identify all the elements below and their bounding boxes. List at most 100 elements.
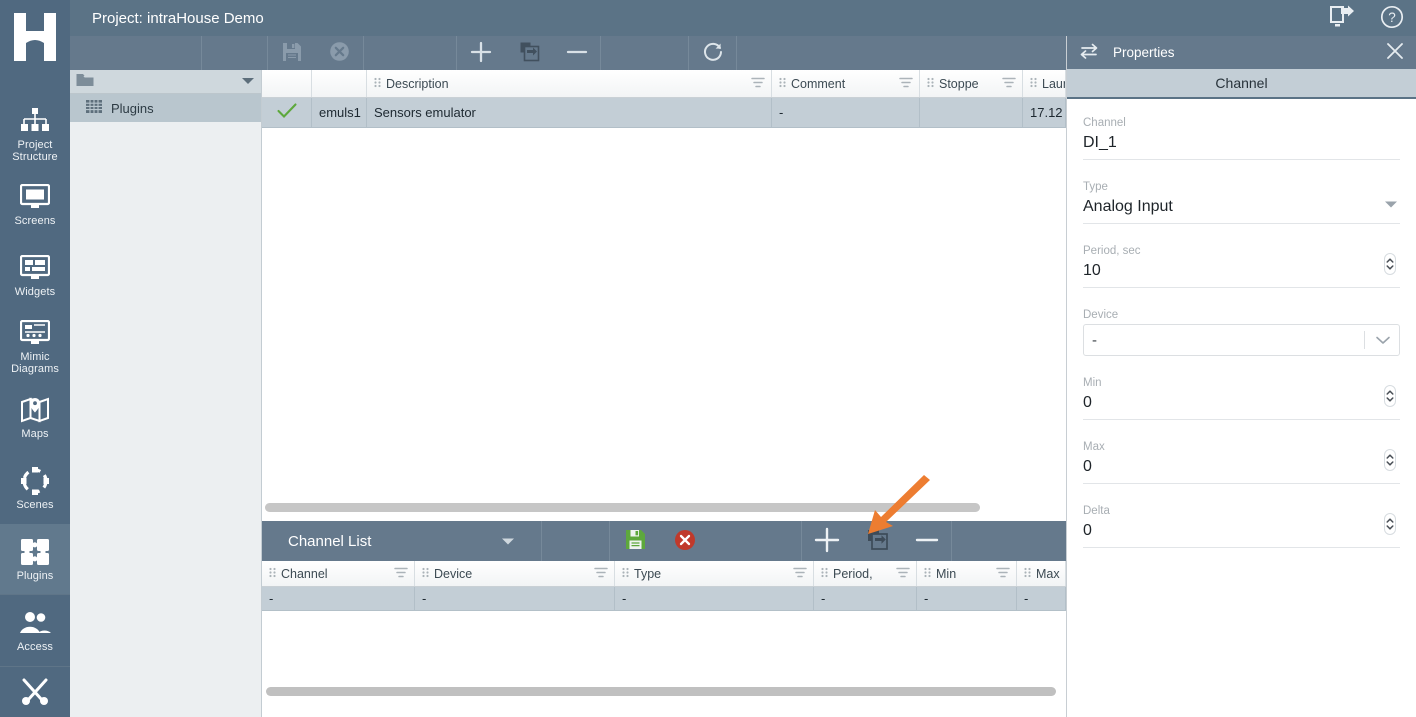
tab-channel[interactable]: Channel	[1067, 69, 1416, 99]
chevron-down-icon[interactable]	[1375, 332, 1391, 349]
column-header-min[interactable]: Min	[917, 561, 1017, 586]
plus-icon	[814, 527, 840, 556]
sidebar-item-plugins[interactable]: Plugins	[0, 523, 70, 595]
channel-list-title-dropdown[interactable]: Channel List	[262, 521, 542, 561]
number-stepper-icon[interactable]	[1384, 449, 1396, 474]
filter-icon[interactable]	[394, 566, 408, 581]
save-button[interactable]	[268, 36, 316, 70]
table-row[interactable]: emuls1 Sensors emulator - 17.12 12:	[262, 98, 1066, 128]
device-combobox-controls	[1364, 331, 1391, 349]
period-input[interactable]: 10	[1083, 260, 1400, 288]
channel-list-toolbar: Channel List	[262, 521, 1066, 561]
sidebar-item-access[interactable]: Access	[0, 595, 70, 666]
sidebar-item-screens[interactable]: Screens	[0, 169, 70, 240]
filter-icon[interactable]	[793, 566, 807, 581]
refresh-icon	[702, 41, 724, 66]
duplicate-channel-button[interactable]	[852, 521, 902, 561]
hscroll-thumb[interactable]	[266, 686, 1056, 696]
duplicate-plugin-button[interactable]	[505, 36, 553, 70]
combobox-divider	[1364, 331, 1365, 349]
column-grip-icon	[927, 77, 934, 91]
sidebar-item-maps[interactable]: Maps	[0, 382, 70, 453]
chevron-down-icon[interactable]	[241, 74, 255, 89]
column-header-type[interactable]: Type	[615, 561, 814, 586]
row-status-cell	[262, 98, 312, 127]
delta-input[interactable]: 0	[1083, 520, 1400, 548]
channel-cancel-button[interactable]	[660, 521, 710, 561]
sidebar-item-widgets[interactable]: Widgets	[0, 240, 70, 311]
column-header-status[interactable]	[262, 70, 312, 97]
column-header-launched[interactable]: Launch	[1023, 70, 1066, 97]
close-icon[interactable]	[1386, 42, 1404, 63]
properties-fields: Channel DI_1 Type Analog Input Period, s…	[1067, 99, 1416, 548]
channel-name-input[interactable]: DI_1	[1083, 132, 1400, 160]
sidebar-item-mimic-diagrams[interactable]: Mimic Diagrams	[0, 311, 70, 382]
sidebar-item-tools[interactable]	[0, 667, 70, 717]
column-header-comment[interactable]: Comment	[772, 70, 920, 97]
plugins-table-hscrollbar[interactable]	[262, 500, 1066, 514]
row-channel-cell: -	[262, 587, 415, 610]
device-combobox[interactable]: -	[1083, 324, 1400, 356]
field-label-type: Type	[1083, 181, 1108, 193]
number-stepper-icon[interactable]	[1384, 253, 1396, 278]
mimic-diagram-icon	[20, 318, 50, 348]
filter-icon[interactable]	[594, 566, 608, 581]
folder-icon	[76, 73, 94, 90]
properties-title: Properties	[1113, 45, 1175, 60]
filter-icon[interactable]	[751, 76, 765, 91]
filter-icon[interactable]	[996, 566, 1010, 581]
column-label-max: Max	[1036, 566, 1060, 581]
channel-save-button[interactable]	[610, 521, 660, 561]
remove-plugin-button[interactable]	[553, 36, 601, 70]
column-header-id[interactable]	[312, 70, 367, 97]
page-title: Project: intraHouse Demo	[92, 9, 264, 27]
monitor-icon	[20, 182, 50, 212]
column-header-stopped[interactable]: Stoppe	[920, 70, 1023, 97]
remove-channel-button[interactable]	[902, 521, 952, 561]
present-screen-icon	[1329, 5, 1355, 32]
help-circle-icon: ?	[1380, 5, 1404, 32]
max-input[interactable]: 0	[1083, 456, 1400, 484]
swap-arrows-icon[interactable]	[1079, 43, 1099, 62]
properties-header: Properties	[1067, 36, 1416, 69]
hscroll-thumb[interactable]	[265, 502, 980, 512]
column-grip-icon	[622, 567, 629, 581]
tools-icon	[20, 677, 50, 707]
field-delta: Delta 0	[1083, 505, 1400, 548]
column-header-channel[interactable]: Channel	[262, 561, 415, 586]
field-period: Period, sec 10	[1083, 245, 1400, 288]
filter-icon[interactable]	[896, 566, 910, 581]
chevron-down-icon[interactable]	[501, 534, 515, 549]
column-header-period[interactable]: Period,	[814, 561, 917, 586]
row-max-cell: -	[1017, 587, 1066, 610]
add-channel-button[interactable]	[802, 521, 852, 561]
help-button[interactable]: ?	[1368, 0, 1416, 36]
svg-text:?: ?	[1388, 10, 1396, 25]
filter-icon[interactable]	[899, 76, 913, 91]
channel-table-hscrollbar[interactable]	[262, 685, 1066, 697]
duplicate-icon	[866, 528, 889, 554]
sidebar-label-scenes: Scenes	[16, 498, 54, 511]
column-header-description[interactable]: Description	[367, 70, 772, 97]
filter-icon[interactable]	[1002, 76, 1016, 91]
sidebar-label-access: Access	[16, 641, 54, 654]
chevron-down-icon[interactable]	[1384, 197, 1398, 212]
type-select[interactable]: Analog Input	[1083, 196, 1400, 224]
column-header-max[interactable]: Max	[1017, 561, 1066, 586]
sidebar-label-screens: Screens	[14, 215, 56, 228]
present-screen-button[interactable]	[1316, 0, 1368, 36]
sidebar-label-widgets: Widgets	[14, 286, 56, 299]
minus-icon	[566, 41, 588, 66]
min-input[interactable]: 0	[1083, 392, 1400, 420]
tree-item-plugins[interactable]: Plugins	[70, 94, 261, 122]
tree-panel-header[interactable]	[70, 70, 261, 94]
sidebar-item-project-structure[interactable]: Project Structure	[0, 99, 70, 170]
cancel-button[interactable]	[316, 36, 364, 70]
add-plugin-button[interactable]	[457, 36, 505, 70]
number-stepper-icon[interactable]	[1384, 513, 1396, 538]
sidebar-item-scenes[interactable]: Scenes	[0, 453, 70, 524]
refresh-button[interactable]	[689, 36, 737, 70]
column-header-device[interactable]: Device	[415, 561, 615, 586]
number-stepper-icon[interactable]	[1384, 385, 1396, 410]
table-row[interactable]: - - - - - -	[262, 587, 1066, 611]
